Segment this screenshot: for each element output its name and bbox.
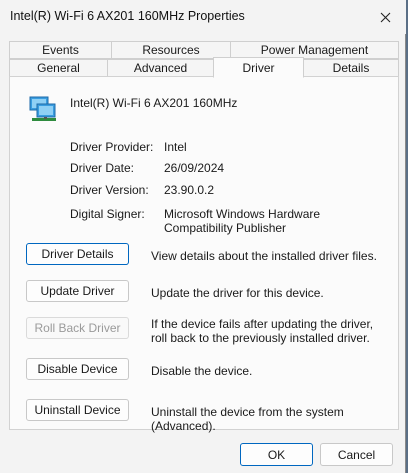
driver-panel: Intel(R) Wi-Fi 6 AX201 160MHz Driver Pro… xyxy=(9,76,399,433)
tab-label: General xyxy=(37,61,80,75)
title-bar: Intel(R) Wi-Fi 6 AX201 160MHz Properties xyxy=(0,0,406,34)
properties-dialog: Intel(R) Wi-Fi 6 AX201 160MHz Properties… xyxy=(0,0,406,473)
driver-date-label: Driver Date: xyxy=(70,161,135,175)
driver-provider-value: Intel xyxy=(164,140,187,154)
tab-label: Resources xyxy=(142,43,200,57)
tab-label: Advanced xyxy=(133,61,188,75)
disable-device-button[interactable]: Disable Device xyxy=(26,358,129,380)
uninstall-device-button[interactable]: Uninstall Device xyxy=(26,399,129,421)
roll-back-driver-description: If the device fails after updating the d… xyxy=(151,317,374,345)
digital-signer-value: Microsoft Windows Hardware Compatibility… xyxy=(164,207,321,235)
driver-details-button[interactable]: Driver Details xyxy=(26,243,129,265)
digital-signer-label: Digital Signer: xyxy=(70,207,145,221)
driver-version-label: Driver Version: xyxy=(70,183,149,197)
device-name: Intel(R) Wi-Fi 6 AX201 160MHz xyxy=(70,96,238,110)
tab-details[interactable]: Details xyxy=(303,59,399,77)
network-adapter-icon xyxy=(29,96,56,121)
tab-advanced[interactable]: Advanced xyxy=(107,59,214,77)
ok-button[interactable]: OK xyxy=(240,443,313,466)
driver-date-value: 26/09/2024 xyxy=(164,161,225,175)
tab-label: Power Management xyxy=(260,43,369,57)
tab-label: Details xyxy=(332,61,370,75)
roll-back-driver-button: Roll Back Driver xyxy=(26,317,129,339)
driver-version-value: 23.90.0.2 xyxy=(164,183,215,197)
uninstall-device-description: Uninstall the device from the system (Ad… xyxy=(151,405,344,433)
window-title: Intel(R) Wi-Fi 6 AX201 160MHz Properties xyxy=(10,9,245,23)
driver-details-description: View details about the installed driver … xyxy=(151,249,377,263)
tab-strip: Events Resources Power Management Genera… xyxy=(9,41,399,78)
cancel-button[interactable]: Cancel xyxy=(320,443,393,466)
tab-label: Driver xyxy=(242,60,275,75)
tab-driver[interactable]: Driver xyxy=(213,57,304,78)
disable-device-description: Disable the device. xyxy=(151,364,253,378)
tab-events[interactable]: Events xyxy=(9,41,112,59)
close-icon xyxy=(380,12,390,22)
update-driver-button[interactable]: Update Driver xyxy=(26,280,129,302)
tab-general[interactable]: General xyxy=(9,59,108,77)
tab-label: Events xyxy=(42,43,79,57)
update-driver-description: Update the driver for this device. xyxy=(151,286,324,300)
driver-provider-label: Driver Provider: xyxy=(70,140,154,154)
close-button[interactable] xyxy=(370,4,400,30)
